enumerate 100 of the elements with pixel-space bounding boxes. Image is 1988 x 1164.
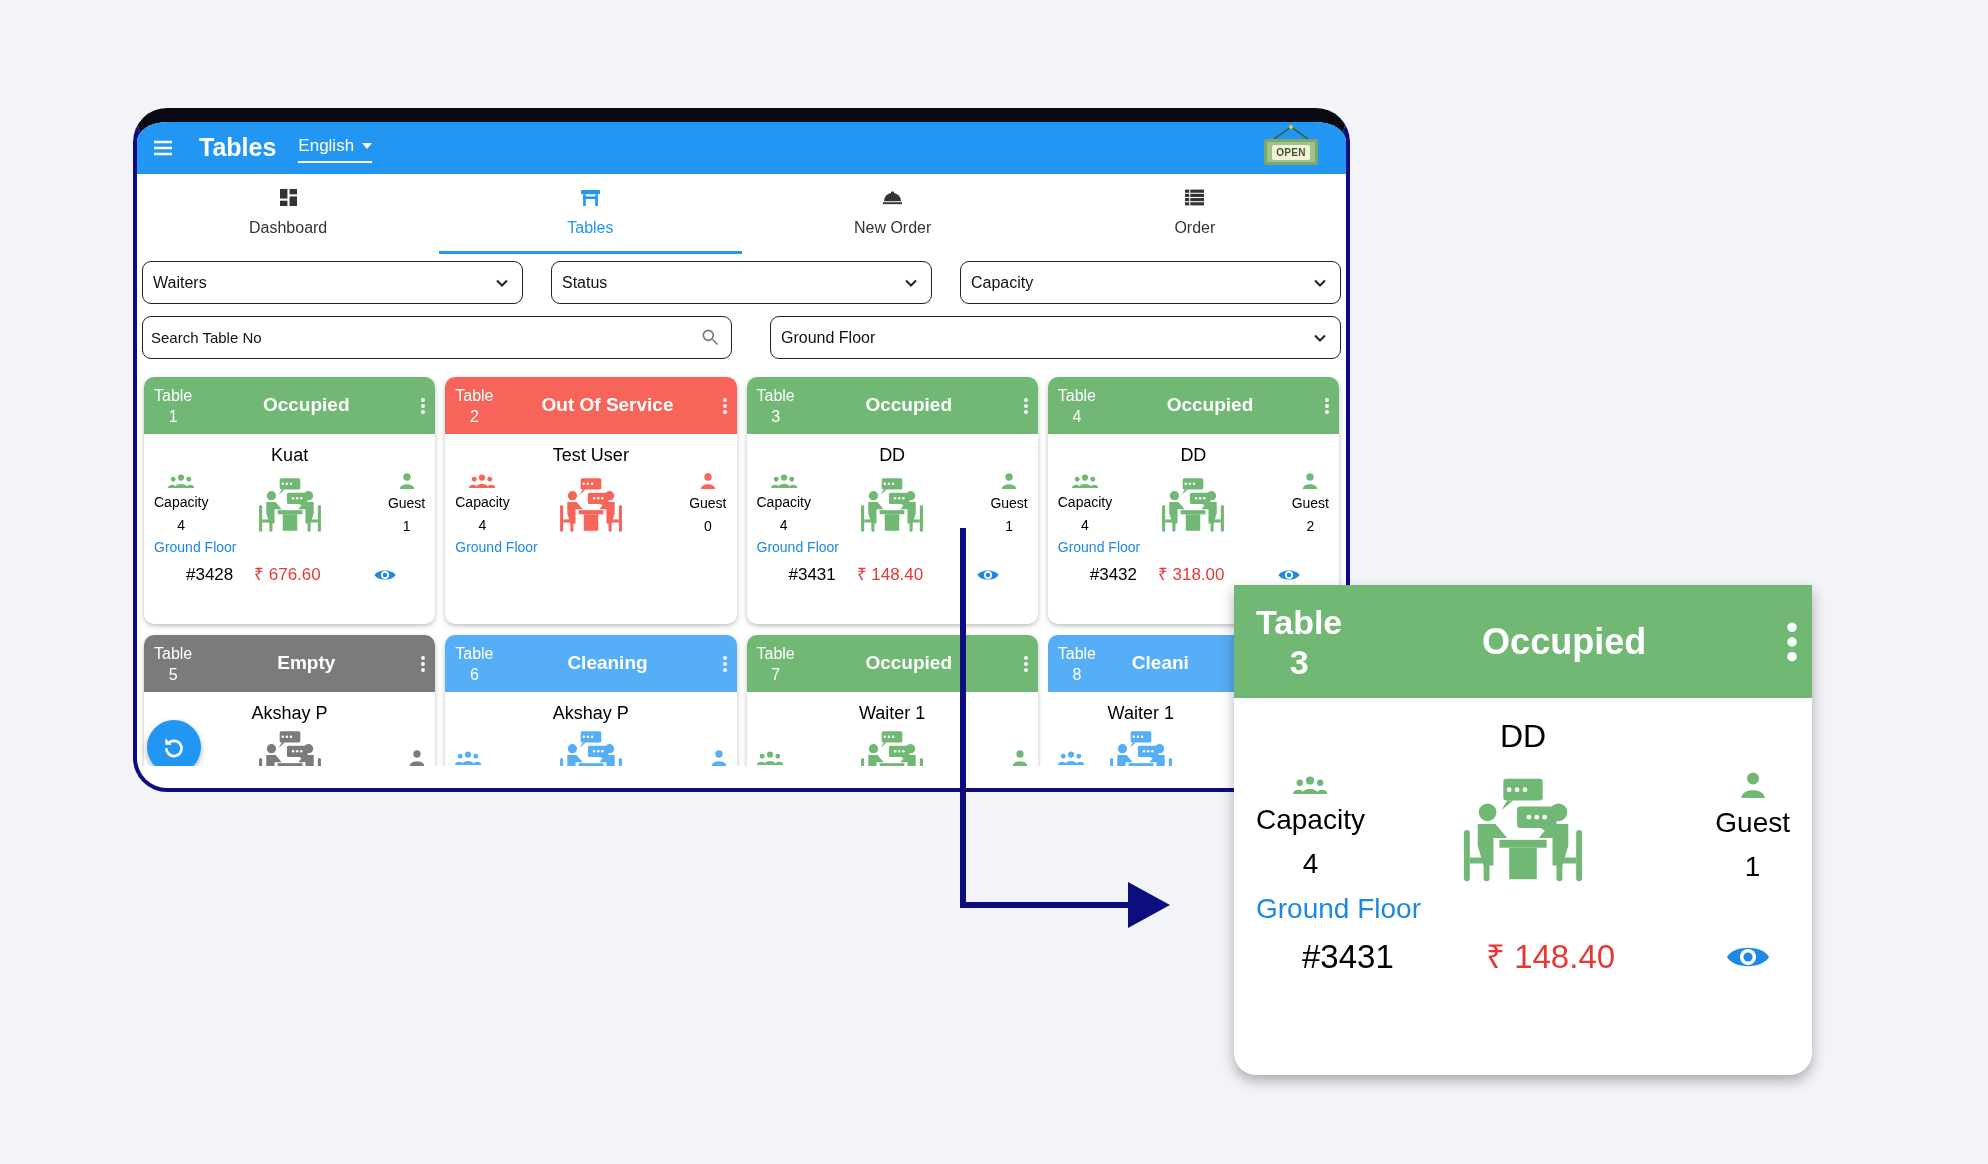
person-icon xyxy=(1001,473,1018,489)
meeting-icon xyxy=(256,478,323,532)
capacity-value: 4 xyxy=(1302,847,1319,881)
table-label: Table xyxy=(756,643,795,664)
app-title: Tables xyxy=(199,132,277,164)
search-field[interactable]: Search Table No xyxy=(142,316,732,359)
nav-tab[interactable]: New Order xyxy=(741,174,1044,254)
table-label: Table xyxy=(756,385,795,406)
capacity-value: 4 xyxy=(478,516,487,535)
table-card[interactable]: Table 5 Empty Akshay P xyxy=(144,635,436,766)
filter-dropdown[interactable]: Capacity xyxy=(960,261,1341,304)
more-icon[interactable] xyxy=(420,654,427,673)
group-icon xyxy=(1057,751,1084,765)
meeting-icon xyxy=(859,478,926,532)
floor-dropdown[interactable]: Ground Floor xyxy=(770,316,1341,359)
person-icon xyxy=(1739,772,1766,798)
filter-dropdown[interactable]: Waiters xyxy=(142,261,523,304)
guest-label: Guest xyxy=(1291,494,1329,513)
waiter-name: DD xyxy=(1498,717,1548,756)
capacity-value: 4 xyxy=(1081,516,1089,535)
table-status: Occupied xyxy=(261,393,351,418)
waiter-name: Test User xyxy=(551,444,630,467)
table-card[interactable]: Table 6 Cleaning Akshay P xyxy=(445,635,737,766)
table-label: Table xyxy=(455,643,494,664)
more-icon[interactable] xyxy=(1324,396,1330,415)
person-icon xyxy=(710,750,727,766)
waiter-name: Waiter 1 xyxy=(1106,702,1175,725)
caret-icon xyxy=(362,143,373,149)
capacity-value: 4 xyxy=(177,516,186,535)
view-icon[interactable] xyxy=(976,567,999,582)
person-icon xyxy=(1302,473,1319,489)
group-icon xyxy=(770,474,797,488)
order-number: #3431 xyxy=(1301,937,1395,977)
table-status: Cleani xyxy=(1130,651,1190,676)
order-number: #3428 xyxy=(185,564,235,586)
table-card[interactable]: Table 7 Occupied Waiter 1 xyxy=(746,635,1038,766)
order-amount: ₹ 318.00 xyxy=(1157,564,1226,586)
floor-name: Ground Floor xyxy=(1255,892,1422,926)
guest-value: 0 xyxy=(703,517,712,536)
guest-value: 2 xyxy=(1306,517,1315,536)
guest-value: 1 xyxy=(1005,517,1013,536)
table-card[interactable]: Table 2 Out Of Service Test User Capacity 4 Guest 0 Ground Floor xyxy=(445,377,737,624)
capacity-label: Capacity xyxy=(756,493,811,512)
table-icon xyxy=(580,189,600,206)
table-number: 8 xyxy=(1072,664,1082,685)
capacity-label: Capacity xyxy=(455,493,510,512)
floor-name: Ground Floor xyxy=(1056,538,1142,557)
group-icon xyxy=(168,474,195,488)
order-number: #3431 xyxy=(787,564,837,586)
more-icon[interactable] xyxy=(1022,654,1029,673)
view-icon[interactable] xyxy=(1277,567,1300,582)
group-icon xyxy=(455,751,482,765)
meeting-icon xyxy=(557,478,624,532)
table-number: 3 xyxy=(1289,641,1309,682)
order-amount: ₹ 148.40 xyxy=(856,564,925,586)
table-status: Occupied xyxy=(1165,393,1255,418)
table-label: Table xyxy=(455,385,494,406)
floor-name: Ground Floor xyxy=(454,538,539,557)
guest-label: Guest xyxy=(1715,806,1790,840)
table-number: 4 xyxy=(1072,406,1082,427)
table-number: 5 xyxy=(168,664,178,685)
person-icon xyxy=(699,473,716,489)
search-icon[interactable] xyxy=(700,327,720,347)
more-icon[interactable] xyxy=(721,654,728,673)
table-number: 7 xyxy=(771,664,781,685)
group-icon xyxy=(1293,775,1328,795)
table-card[interactable]: Table 1 Occupied Kuat Capacity 4 Guest 1 Ground Floor #3428 ₹ 676.60 xyxy=(144,377,436,624)
table-status: Out Of Service xyxy=(540,393,675,418)
more-icon[interactable] xyxy=(721,396,728,415)
filter-dropdown[interactable]: Status xyxy=(551,261,932,304)
table-label: Table xyxy=(1057,385,1096,406)
guest-label: Guest xyxy=(990,494,1028,513)
more-icon[interactable] xyxy=(1022,396,1029,415)
nav-tab[interactable]: Dashboard xyxy=(137,174,440,254)
guest-label: Guest xyxy=(387,494,426,513)
table-status: Empty xyxy=(276,651,337,676)
open-sign: OPEN xyxy=(1264,139,1318,165)
table-status: Cleaning xyxy=(566,651,649,676)
more-icon[interactable] xyxy=(420,396,427,415)
waiter-name: Akshay P xyxy=(250,702,329,725)
order-number: #3432 xyxy=(1088,564,1139,586)
table-card[interactable]: Table 3 Occupied DD Capacity 4 Guest 1 Ground Floor #3431 ₹ 148.40 xyxy=(746,377,1038,624)
waiter-name: Akshay P xyxy=(551,702,630,725)
table-number: 6 xyxy=(469,664,479,685)
dashboard-icon xyxy=(278,189,298,206)
person-icon xyxy=(409,750,426,766)
waiter-name: Waiter 1 xyxy=(857,702,927,725)
group-icon xyxy=(469,474,496,488)
table-card[interactable]: Table 8 Cleani Waiter 1 xyxy=(1047,635,1234,766)
order-amount: ₹ 148.40 xyxy=(1486,937,1617,977)
view-icon[interactable] xyxy=(374,567,396,582)
capacity-label: Capacity xyxy=(1256,803,1365,837)
table-label: Table xyxy=(154,385,193,406)
table-status: Occupied xyxy=(1481,619,1648,664)
nav-tab[interactable]: Order xyxy=(1043,174,1346,254)
table-card[interactable]: Table 3 Occupied DD Capacity 4 Guest 1 Ground Floor #3431 ₹ 148.40 xyxy=(1234,585,1812,1075)
capacity-label: Capacity xyxy=(154,493,209,512)
table-number: 2 xyxy=(469,406,479,427)
meeting-icon xyxy=(1160,478,1227,532)
person-icon xyxy=(398,473,415,489)
